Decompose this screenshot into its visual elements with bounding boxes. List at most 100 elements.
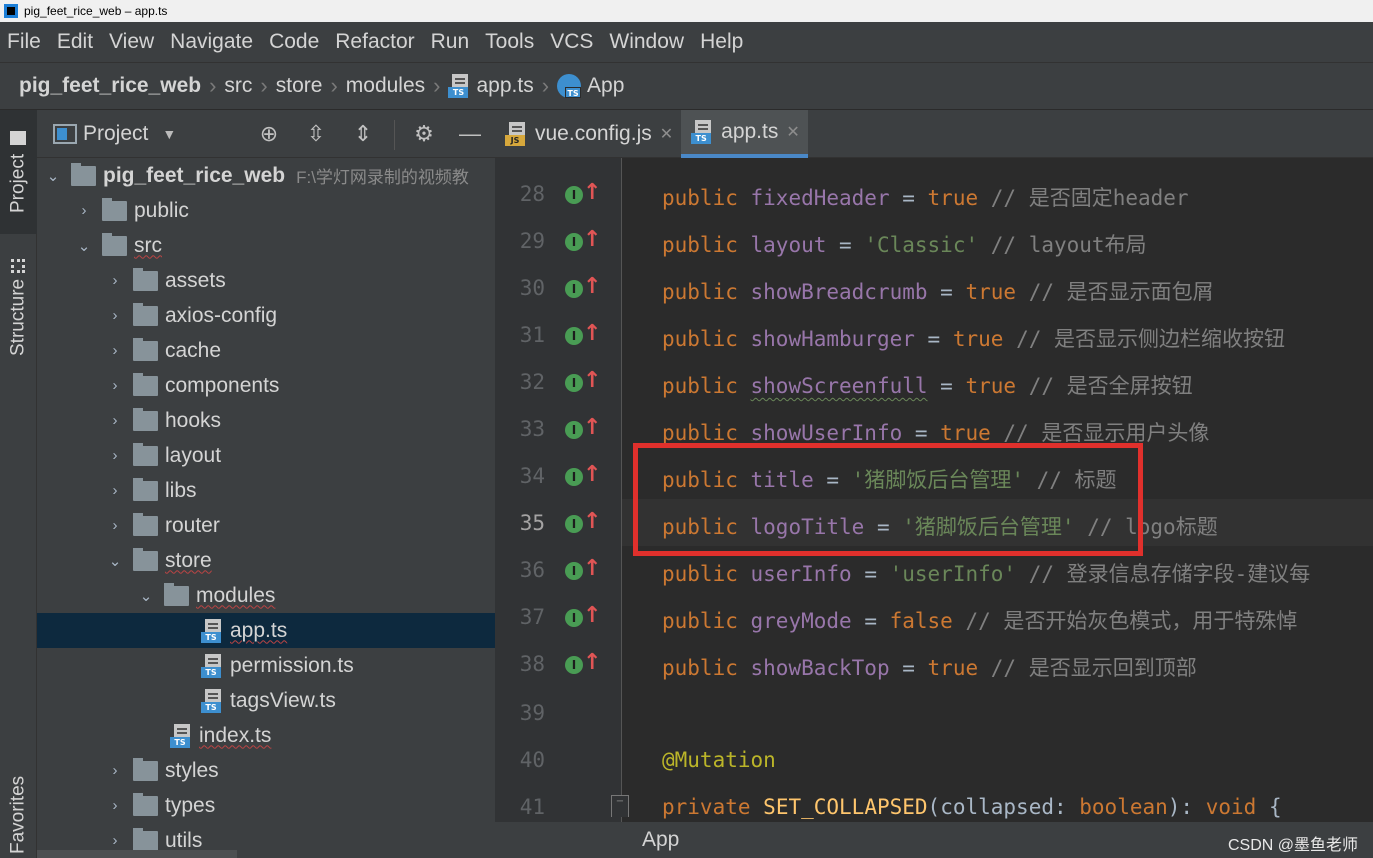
- implements-icon[interactable]: I ↑: [565, 650, 601, 679]
- menu-tools[interactable]: Tools: [477, 30, 542, 54]
- tree-item-styles[interactable]: › styles: [37, 753, 495, 788]
- menu-run[interactable]: Run: [423, 30, 478, 54]
- breadcrumb-modules[interactable]: modules: [346, 74, 425, 98]
- project-tool-tab[interactable]: Project: [0, 110, 37, 234]
- project-panel: Project ▼ ⊕ ⇳ ⇕ ⚙ — ⌄ pig_feet_rice_web …: [37, 110, 531, 858]
- tree-item-layout[interactable]: › layout: [37, 438, 495, 473]
- tree-root[interactable]: ⌄ pig_feet_rice_web F:\学灯网录制的视频教: [37, 158, 495, 193]
- line-number: 37: [519, 605, 545, 629]
- implements-icon[interactable]: I ↑: [565, 462, 601, 491]
- chevron-down-icon[interactable]: ⌄: [45, 167, 61, 185]
- horizontal-scrollbar[interactable]: [37, 850, 237, 858]
- ts-file-icon: TS: [201, 688, 223, 713]
- code-line-37: public greyMode = false // 是否开始灰色模式，用于特殊…: [662, 609, 1298, 633]
- expand-all-icon[interactable]: ⇳: [303, 122, 329, 148]
- code-editor[interactable]: 28 I ↑ public fixedHeader = true // 是否固定hea…: [495, 158, 1373, 822]
- chevron-right-icon[interactable]: ›: [107, 272, 123, 289]
- chevron-right-icon[interactable]: ›: [107, 832, 123, 849]
- tree-item-types[interactable]: › types: [37, 788, 495, 823]
- menu-file[interactable]: File: [0, 30, 49, 54]
- chevron-right-icon[interactable]: ›: [107, 797, 123, 814]
- tab-app-ts[interactable]: TS app.ts ✕: [681, 110, 808, 158]
- tab-vue-config-js[interactable]: JS vue.config.js ✕: [495, 110, 681, 158]
- tree-item-assets[interactable]: › assets: [37, 263, 495, 298]
- favorites-tool-tab[interactable]: Favorites: [0, 772, 37, 858]
- code-line-30: public showBreadcrumb = true // 是否显示面包屑: [662, 280, 1214, 304]
- line-number: 35: [519, 511, 545, 535]
- tree-item-router[interactable]: › router: [37, 508, 495, 543]
- chevron-right-icon[interactable]: ›: [76, 202, 92, 219]
- menu-vcs[interactable]: VCS: [542, 30, 601, 54]
- implements-icon[interactable]: I ↑: [565, 227, 601, 256]
- editor-breadcrumb-symbol[interactable]: App: [642, 828, 679, 852]
- breadcrumb-store[interactable]: store: [276, 74, 323, 98]
- implements-icon[interactable]: I ↑: [565, 603, 601, 632]
- tree-item-components[interactable]: › components: [37, 368, 495, 403]
- tree-item-tagsview-ts[interactable]: TS tagsView.ts: [37, 683, 495, 718]
- line-number: 34: [519, 464, 545, 488]
- menu-view[interactable]: View: [101, 30, 162, 54]
- tree-item-modules[interactable]: ⌄ modules: [37, 578, 495, 613]
- breadcrumb-src[interactable]: src: [224, 74, 252, 98]
- gear-icon[interactable]: ⚙: [411, 122, 437, 148]
- project-view-selector[interactable]: Project: [83, 122, 148, 146]
- folder-icon: [133, 827, 158, 851]
- chevron-right-icon[interactable]: ›: [107, 342, 123, 359]
- implements-icon[interactable]: I ↑: [565, 556, 601, 585]
- implements-icon[interactable]: I ↑: [565, 321, 601, 350]
- close-icon[interactable]: ✕: [786, 122, 799, 142]
- chevron-right-icon[interactable]: ›: [107, 447, 123, 464]
- implements-icon[interactable]: I ↑: [565, 415, 601, 444]
- window-title: pig_feet_rice_web – app.ts: [24, 4, 168, 18]
- implements-icon[interactable]: I ↑: [565, 368, 601, 397]
- implements-icon[interactable]: I ↑: [565, 509, 601, 538]
- chevron-right-icon[interactable]: ›: [107, 412, 123, 429]
- breadcrumb-symbol[interactable]: TS App: [557, 74, 624, 98]
- chevron-down-icon[interactable]: ⌄: [138, 587, 154, 605]
- folder-icon: [133, 547, 158, 571]
- chevron-right-icon[interactable]: ›: [107, 517, 123, 534]
- tree-item-store[interactable]: ⌄ store: [37, 543, 495, 578]
- implements-icon[interactable]: I ↑: [565, 274, 601, 303]
- breadcrumb-project[interactable]: pig_feet_rice_web: [19, 74, 201, 98]
- menu-refactor[interactable]: Refactor: [327, 30, 422, 54]
- chevron-down-icon[interactable]: ⌄: [76, 237, 92, 255]
- implements-icon[interactable]: I ↑: [565, 180, 601, 209]
- structure-tool-tab[interactable]: Structure: [0, 250, 37, 365]
- tree-item-index-ts[interactable]: TS index.ts: [37, 718, 495, 753]
- chevron-right-icon[interactable]: ›: [107, 307, 123, 324]
- menu-edit[interactable]: Edit: [49, 30, 101, 54]
- tree-item-hooks[interactable]: › hooks: [37, 403, 495, 438]
- chevron-right-icon[interactable]: ›: [107, 762, 123, 779]
- locate-icon[interactable]: ⊕: [256, 122, 282, 148]
- menu-help[interactable]: Help: [692, 30, 751, 54]
- line-number: 32: [519, 370, 545, 394]
- chevron-right-icon[interactable]: ›: [107, 377, 123, 394]
- fold-icon[interactable]: −: [611, 795, 629, 817]
- minimize-icon[interactable]: —: [457, 122, 483, 148]
- close-icon[interactable]: ✕: [660, 124, 673, 144]
- line-number: 41: [519, 795, 545, 819]
- menu-navigate[interactable]: Navigate: [162, 30, 261, 54]
- chevron-right-icon: ›: [330, 73, 338, 98]
- folder-icon: [133, 337, 158, 361]
- folder-icon: [133, 792, 158, 816]
- class-icon: TS: [557, 74, 582, 98]
- folder-icon: [133, 477, 158, 501]
- tree-item-cache[interactable]: › cache: [37, 333, 495, 368]
- tree-item-public[interactable]: › public: [37, 193, 495, 228]
- tree-item-libs[interactable]: › libs: [37, 473, 495, 508]
- tree-item-permission-ts[interactable]: TS permission.ts: [37, 648, 495, 683]
- menu-window[interactable]: Window: [601, 30, 692, 54]
- chevron-down-icon[interactable]: ⌄: [107, 552, 123, 570]
- folder-icon: [164, 582, 189, 606]
- tree-item-app-ts[interactable]: TS app.ts: [37, 613, 495, 648]
- menu-code[interactable]: Code: [261, 30, 327, 54]
- tree-item-src[interactable]: ⌄ src: [37, 228, 495, 263]
- chevron-right-icon: ›: [433, 73, 441, 98]
- tree-item-axios-config[interactable]: › axios-config: [37, 298, 495, 333]
- chevron-right-icon[interactable]: ›: [107, 482, 123, 499]
- breadcrumb-file[interactable]: TS app.ts: [448, 74, 534, 98]
- collapse-all-icon[interactable]: ⇕: [350, 122, 376, 148]
- chevron-down-icon[interactable]: ▼: [162, 126, 176, 142]
